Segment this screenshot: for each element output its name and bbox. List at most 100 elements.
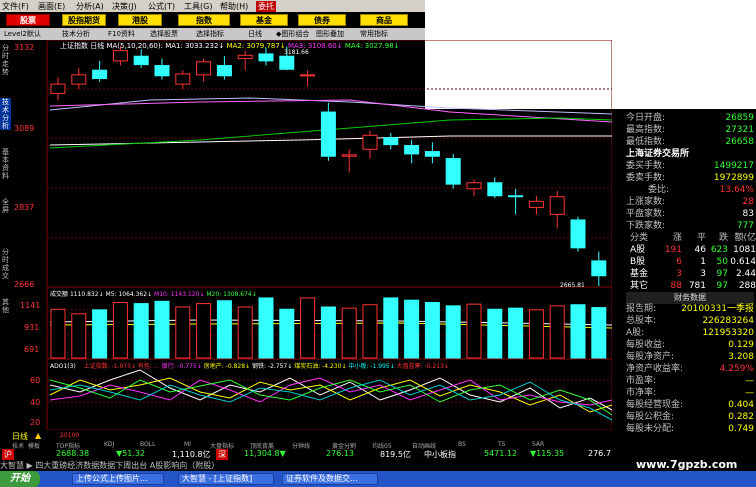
oscillator-label: ADO1(3) — [50, 363, 76, 370]
fin-row: 市盈率: — — [626, 375, 754, 387]
select-stock-button[interactable]: 选择股票 — [150, 29, 178, 39]
menu-analysis[interactable]: 分析(A) — [76, 1, 104, 12]
fin-label: 报告期: — [626, 304, 657, 314]
volume-bar — [487, 308, 503, 359]
sidebar-item-other[interactable]: 其他 — [0, 298, 11, 314]
tab-stocks[interactable]: 股票 — [6, 14, 50, 26]
fin-value: 4.259% — [719, 364, 754, 374]
triangle-icon[interactable]: ▲ — [35, 431, 43, 440]
quote-label: 委卖手数: — [626, 173, 666, 183]
f10-button[interactable]: F10资料 — [108, 29, 135, 39]
level2-select[interactable]: Level2默认 — [4, 29, 41, 39]
tab-mi[interactable]: MI — [184, 441, 191, 448]
volume-bar — [508, 307, 524, 359]
price-header: 上证指数 日线 MA(5,10,20,60): MA1: 3033.232↓ M… — [60, 41, 400, 51]
tab-bs[interactable]: BS — [458, 441, 466, 448]
volume-bar — [112, 301, 128, 359]
menu-decision[interactable]: 决策(J) — [112, 1, 137, 12]
chart-combo-button[interactable]: ◆图形组合 — [276, 29, 309, 39]
oscillator-header: ADO1(3) 上证指数: -1.973↓ 有色: ... 银行: -0.775… — [50, 361, 449, 370]
volume-label: 成交额 — [50, 291, 69, 298]
common-indicator-button[interactable]: 常用指标 — [360, 29, 388, 39]
left-sidebar: 分时走势 技术分析 基本资料 全屏 分时成交 其他 — [0, 40, 11, 430]
oscillator-item: 钢铁: -2.757↓ — [251, 363, 293, 370]
table-cell: 97 — [716, 281, 728, 291]
quote-value: 27321 — [725, 125, 754, 135]
table-cell: 3 — [700, 269, 706, 279]
table-row: 其它 88 781 97 288 — [626, 280, 756, 292]
table-cell: 88 — [670, 281, 682, 291]
sidebar-item-fundamentals[interactable]: 基本资料 — [0, 148, 11, 180]
taskbar-item-software[interactable]: 证券软件及数据交... — [282, 473, 378, 485]
candle-body — [549, 196, 565, 215]
fin-label: 市净率: — [626, 388, 657, 398]
oscillator-item: 大盘蓝筹: -5.213↓ — [396, 363, 449, 370]
fin-label: 每股收益: — [626, 340, 666, 350]
table-cell: 781 — [688, 281, 706, 291]
oscillator-item: 中小板: -1.995↓ — [348, 363, 395, 370]
tech-analysis-button[interactable]: 技术分析 — [62, 29, 90, 39]
sz-change: 276.13 — [326, 449, 354, 458]
fin-label: 每股未分配: — [626, 424, 675, 434]
tab-commodities[interactable]: 商品 — [360, 14, 408, 26]
sidebar-item-technical[interactable]: 技术分析 — [0, 98, 11, 130]
quote-value: 28 — [742, 197, 754, 207]
quote-label: 今日开盘: — [626, 113, 666, 123]
period-select[interactable]: 日线 — [248, 29, 262, 39]
menu-formula[interactable]: 公式(T) — [148, 1, 175, 12]
volume-bar — [341, 307, 357, 359]
candle-body — [50, 83, 66, 94]
overlay-button[interactable]: 图形叠加 — [316, 29, 344, 39]
taskbar-item-upload[interactable]: 上传公式上传图片... — [72, 473, 164, 485]
candle-body — [466, 182, 482, 190]
sidebar-item-intraday[interactable]: 分时走势 — [0, 44, 11, 76]
start-button[interactable]: 开始 — [0, 471, 40, 487]
taskbar-item-dzh[interactable]: 大智慧 - [上证指数] — [178, 473, 274, 485]
volume-ma10: M10: 1143.120↓ — [154, 291, 205, 298]
tab-sar[interactable]: SAR — [532, 441, 544, 448]
tab-index[interactable]: 指数 — [178, 14, 230, 26]
sidebar-item-ticks[interactable]: 分时成交 — [0, 248, 11, 280]
site-watermark: www.7gpzb.com — [636, 458, 738, 471]
tab-kdj[interactable]: KDJ — [104, 441, 114, 448]
news-ticker[interactable]: 大智慧 ▶ 四大重磅经济数据数据下周出台 A股影响向（附股） — [0, 460, 612, 471]
candle-body — [570, 219, 586, 249]
ma1-value: MA1: 3033.232↓ — [165, 42, 225, 50]
ma4-value: MA4: 3027.98↓ — [344, 42, 400, 50]
menu-tools[interactable]: 工具(G) — [184, 1, 212, 12]
fin-row: 每股未分配: 0.749 — [626, 423, 754, 435]
tab-hk-stocks[interactable]: 港股 — [118, 14, 162, 26]
sh-value: 2688.38 — [56, 449, 90, 458]
fin-label: 市盈率: — [626, 376, 657, 386]
tab-funds[interactable]: 基金 — [240, 14, 288, 26]
tab-boll[interactable]: BOLL — [140, 441, 155, 448]
fin-label: A股: — [626, 328, 645, 338]
menu-file[interactable]: 文件(F) — [2, 1, 29, 12]
index-name: 上证指数 — [60, 42, 88, 50]
market-tab-bar: 股票 股指期货 港股 指数 基金 债券 商品 — [0, 12, 425, 28]
fin-value: 20100331一季报 — [681, 304, 754, 314]
fin-row: 总股本: 226283264 — [626, 315, 754, 327]
quote-row: 上涨家数: 28 — [626, 196, 754, 208]
price-axis-tick: 2666 — [14, 280, 35, 289]
quote-row: 委卖手数: 1972899 — [626, 172, 754, 184]
tab-index-futures[interactable]: 股指期货 — [62, 14, 106, 26]
table-cell: 基金 — [630, 269, 649, 279]
volume-bar — [404, 299, 420, 359]
menu-help[interactable]: 帮助(H) — [220, 1, 248, 12]
fin-row: 报告期: 20100331一季报 — [626, 303, 754, 315]
menu-bar: 文件(F) 画面(E) 分析(A) 决策(J) 公式(T) 工具(G) 帮助(H… — [0, 0, 425, 12]
sme-label: 中小板指 — [424, 450, 456, 459]
quote-value: 13.64% — [719, 185, 754, 195]
tab-ts[interactable]: TS — [498, 441, 505, 448]
select-indicator-button[interactable]: 选择指标 — [196, 29, 224, 39]
oscillator-item: 上证指数: -1.973↓ — [83, 363, 136, 370]
menu-order[interactable]: 委托 — [256, 1, 276, 12]
sidebar-item-fullscreen[interactable]: 全屏 — [0, 198, 11, 214]
tab-bonds[interactable]: 债券 — [298, 14, 346, 26]
fin-row: 每股经营现金: 0.404 — [626, 399, 754, 411]
menu-view[interactable]: 画面(E) — [38, 1, 65, 12]
candlestick-chart[interactable] — [0, 40, 612, 430]
volume-bar — [133, 303, 149, 359]
candle-body — [528, 200, 544, 208]
